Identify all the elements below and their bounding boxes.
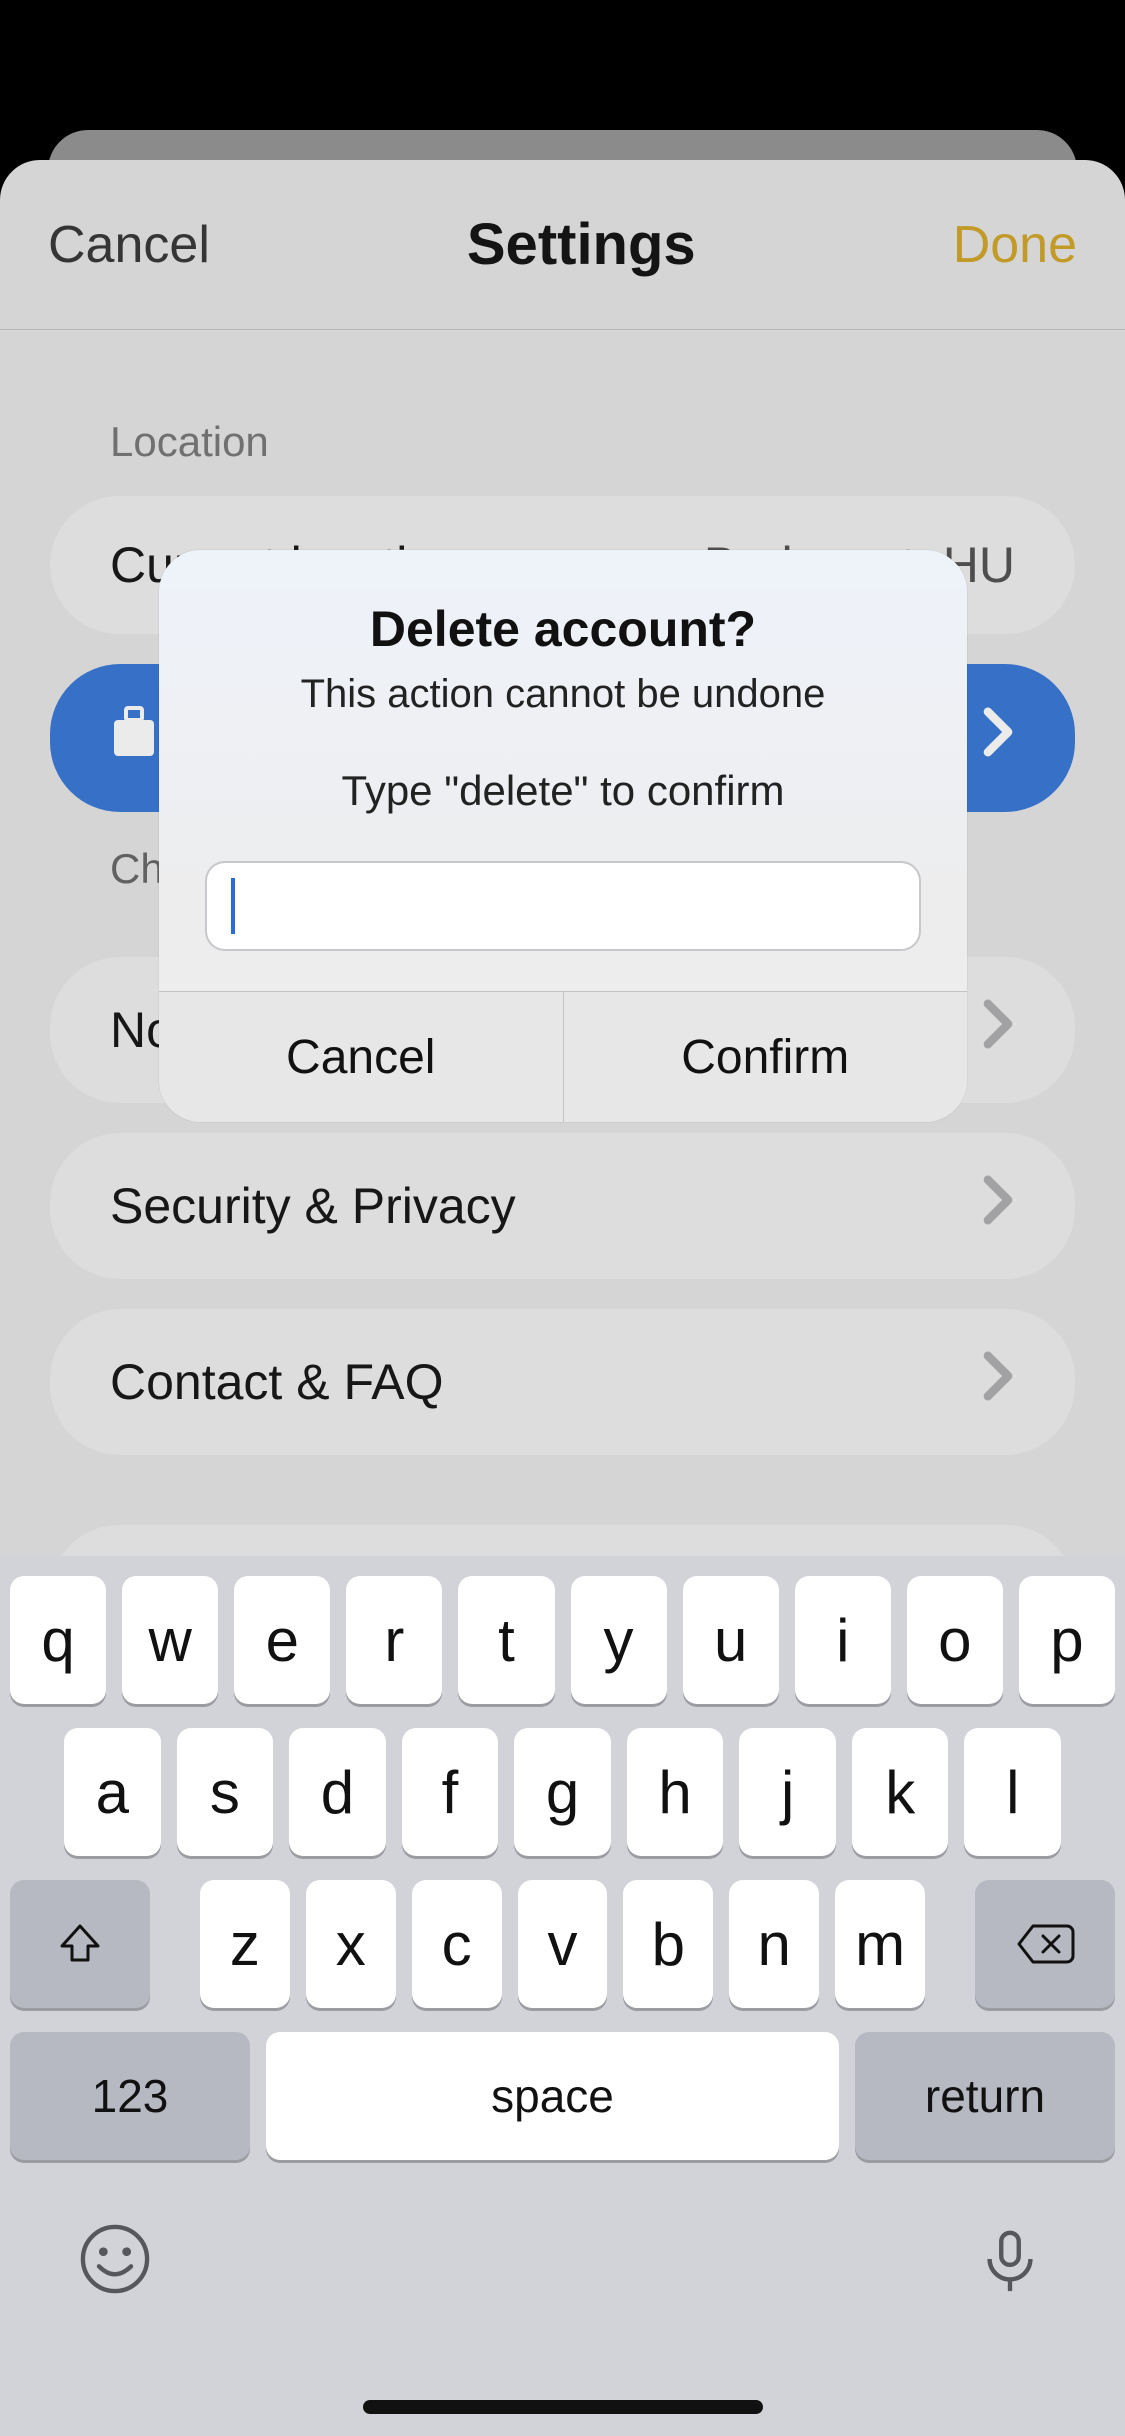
key-e[interactable]: e — [234, 1576, 330, 1704]
key-i[interactable]: i — [795, 1576, 891, 1704]
shift-key[interactable] — [10, 1880, 150, 2008]
key-u[interactable]: u — [683, 1576, 779, 1704]
space-key[interactable]: space — [266, 2032, 839, 2160]
alert-confirm-button[interactable]: Confirm — [563, 992, 968, 1122]
security-label: Security & Privacy — [110, 1177, 516, 1235]
key-r[interactable]: r — [346, 1576, 442, 1704]
kb-row-2: asdfghjkl — [10, 1728, 1115, 1856]
key-k[interactable]: k — [852, 1728, 949, 1856]
kb-row-3: zxcvbnm — [10, 1880, 1115, 2008]
alert-message: Type "delete" to confirm — [205, 767, 921, 815]
cancel-button[interactable]: Cancel — [48, 215, 210, 275]
key-v[interactable]: v — [518, 1880, 608, 2008]
key-p[interactable]: p — [1019, 1576, 1115, 1704]
text-cursor — [231, 878, 235, 934]
key-q[interactable]: q — [10, 1576, 106, 1704]
alert-cancel-button[interactable]: Cancel — [159, 992, 563, 1122]
key-m[interactable]: m — [835, 1880, 925, 2008]
alert-title: Delete account? — [205, 600, 921, 658]
chevron-right-icon — [981, 705, 1015, 771]
key-f[interactable]: f — [402, 1728, 499, 1856]
key-w[interactable]: w — [122, 1576, 218, 1704]
key-o[interactable]: o — [907, 1576, 1003, 1704]
kb-row-1: qwertyuiop — [10, 1576, 1115, 1704]
key-t[interactable]: t — [458, 1576, 554, 1704]
numbers-key[interactable]: 123 — [10, 2032, 250, 2160]
emoji-icon[interactable] — [80, 2224, 150, 2299]
key-d[interactable]: d — [289, 1728, 386, 1856]
backspace-key[interactable] — [975, 1880, 1115, 2008]
chevron-right-icon — [981, 1349, 1015, 1415]
return-key[interactable]: return — [855, 2032, 1115, 2160]
key-j[interactable]: j — [739, 1728, 836, 1856]
key-x[interactable]: x — [306, 1880, 396, 2008]
delete-account-alert: Delete account? This action cannot be un… — [159, 550, 967, 1122]
home-indicator — [363, 2400, 763, 2414]
section-location-label: Location — [110, 418, 1075, 466]
done-button[interactable]: Done — [953, 215, 1077, 275]
key-g[interactable]: g — [514, 1728, 611, 1856]
key-y[interactable]: y — [571, 1576, 667, 1704]
security-privacy-row[interactable]: Security & Privacy — [50, 1133, 1075, 1279]
contact-faq-row[interactable]: Contact & FAQ — [50, 1309, 1075, 1455]
dictation-icon[interactable] — [975, 2224, 1045, 2299]
key-l[interactable]: l — [964, 1728, 1061, 1856]
chevron-right-icon — [981, 1173, 1015, 1239]
contact-label: Contact & FAQ — [110, 1353, 443, 1411]
key-h[interactable]: h — [627, 1728, 724, 1856]
page-title: Settings — [467, 211, 696, 278]
nav-bar: Cancel Settings Done — [0, 160, 1125, 330]
confirm-text-input[interactable] — [205, 861, 921, 951]
key-a[interactable]: a — [64, 1728, 161, 1856]
key-b[interactable]: b — [623, 1880, 713, 2008]
key-z[interactable]: z — [200, 1880, 290, 2008]
chevron-right-icon — [981, 997, 1015, 1063]
alert-subtitle: This action cannot be undone — [205, 672, 921, 717]
software-keyboard: qwertyuiop asdfghjkl zxcvbnm 123 space r… — [0, 1556, 1125, 2436]
kb-row-4: 123 space return — [10, 2032, 1115, 2160]
suitcase-icon — [110, 704, 158, 772]
key-n[interactable]: n — [729, 1880, 819, 2008]
key-s[interactable]: s — [177, 1728, 274, 1856]
key-c[interactable]: c — [412, 1880, 502, 2008]
